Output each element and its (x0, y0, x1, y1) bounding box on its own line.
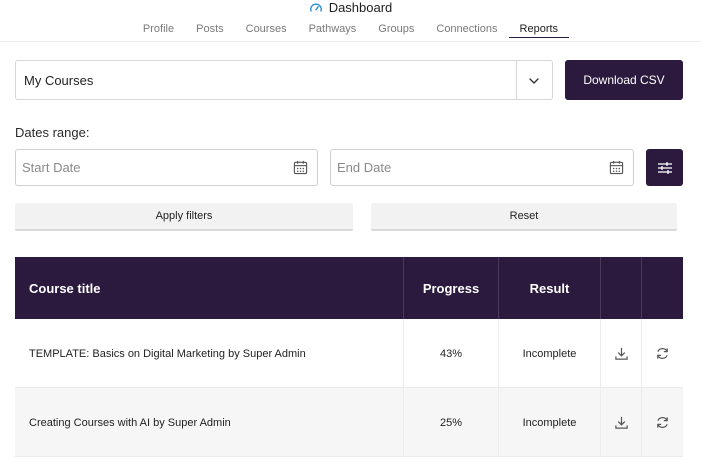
progress-cell: 43% (404, 319, 499, 388)
top-bar: Dashboard Profile Posts Courses Pathways… (0, 0, 701, 42)
tab-profile[interactable]: Profile (132, 22, 185, 38)
courses-report-table: Course title Progress Result TEMPLATE: B… (15, 257, 683, 457)
download-cell (601, 388, 642, 457)
table-row: Creating Courses with AI by Super Admin … (15, 388, 683, 457)
header-reset (642, 257, 683, 319)
calendar-icon[interactable] (293, 160, 308, 175)
header-progress[interactable]: Progress (404, 257, 499, 319)
header-course-title[interactable]: Course title (15, 257, 404, 319)
tab-pathways[interactable]: Pathways (298, 22, 368, 38)
filter-settings-button[interactable] (646, 149, 683, 186)
header-download (601, 257, 642, 319)
calendar-icon[interactable] (609, 160, 624, 175)
apply-filters-button[interactable]: Apply filters (15, 203, 353, 231)
header-result[interactable]: Result (499, 257, 601, 319)
download-cell (601, 319, 642, 388)
end-date-placeholder: End Date (337, 160, 392, 175)
chevron-down-icon[interactable] (526, 73, 542, 89)
report-type-value: My Courses (24, 73, 94, 88)
download-icon[interactable] (614, 415, 629, 430)
tab-reports[interactable]: Reports (508, 22, 570, 38)
sliders-icon (657, 161, 672, 174)
result-cell: Incomplete (499, 319, 601, 388)
table-row: TEMPLATE: Basics on Digital Marketing by… (15, 319, 683, 388)
dashboard-title-text: Dashboard (328, 0, 393, 15)
dates-range-label: Dates range: (15, 125, 90, 140)
table-header: Course title Progress Result (15, 257, 683, 319)
download-csv-button[interactable]: Download CSV (565, 60, 683, 100)
start-date-input[interactable]: Start Date (15, 149, 318, 186)
result-cell: Incomplete (499, 388, 601, 457)
dashboard-title[interactable]: Dashboard (0, 0, 701, 16)
tab-posts[interactable]: Posts (185, 22, 235, 38)
select-divider (516, 61, 517, 99)
refresh-icon[interactable] (655, 415, 670, 430)
report-type-select[interactable]: My Courses (15, 60, 553, 100)
refresh-cell (642, 319, 683, 388)
reset-button[interactable]: Reset (371, 203, 677, 231)
dashboard-tabs: Profile Posts Courses Pathways Groups Co… (0, 22, 701, 38)
refresh-cell (642, 388, 683, 457)
download-icon[interactable] (614, 346, 629, 361)
refresh-icon[interactable] (655, 346, 670, 361)
tab-connections[interactable]: Connections (425, 22, 508, 38)
progress-cell: 25% (404, 388, 499, 457)
tab-groups[interactable]: Groups (367, 22, 425, 38)
course-title-cell: TEMPLATE: Basics on Digital Marketing by… (15, 319, 404, 388)
course-title-cell: Creating Courses with AI by Super Admin (15, 388, 404, 457)
gauge-icon (309, 3, 322, 12)
tab-courses[interactable]: Courses (235, 22, 298, 38)
end-date-input[interactable]: End Date (330, 149, 634, 186)
start-date-placeholder: Start Date (22, 160, 81, 175)
